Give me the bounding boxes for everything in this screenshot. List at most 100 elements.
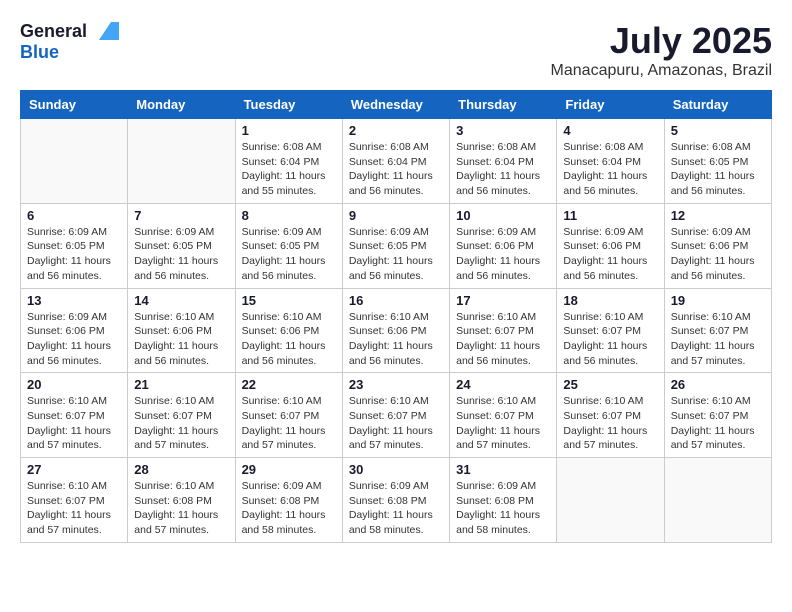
calendar-cell: 21Sunrise: 6:10 AM Sunset: 6:07 PM Dayli… <box>128 373 235 458</box>
title-section: July 2025 Manacapuru, Amazonas, Brazil <box>551 20 772 80</box>
calendar-cell <box>664 458 771 543</box>
calendar-cell <box>21 119 128 204</box>
day-info: Sunrise: 6:10 AM Sunset: 6:07 PM Dayligh… <box>671 394 765 453</box>
day-number: 11 <box>563 208 657 223</box>
calendar-cell: 9 Sunrise: 6:09 AM Sunset: 6:05 PM Daylig… <box>342 203 449 288</box>
calendar-cell: 24 Sunrise: 6:10 AM Sunset: 6:07 PM Dayli… <box>450 373 557 458</box>
calendar-week-row: 1 Sunrise: 6:08 AM Sunset: 6:04 PM Daylig… <box>21 119 772 204</box>
calendar-week-row: 6 Sunrise: 6:09 AM Sunset: 6:05 PM Daylig… <box>21 203 772 288</box>
day-number: 19 <box>671 293 765 308</box>
calendar-header-sunday: Sunday <box>21 91 128 119</box>
logo-blue-text: Blue <box>20 42 59 62</box>
calendar-cell: 7 Sunrise: 6:09 AM Sunset: 6:05 PM Daylig… <box>128 203 235 288</box>
day-number: 1 <box>242 123 336 138</box>
calendar-cell: 15 Sunrise: 6:10 AM Sunset: 6:06 PM Dayli… <box>235 288 342 373</box>
day-info: Sunrise: 6:10 AM Sunset: 6:07 PM Dayligh… <box>456 310 550 369</box>
day-info: Sunrise: 6:09 AM Sunset: 6:06 PM Dayligh… <box>671 225 765 284</box>
calendar-week-row: 20 Sunrise: 6:10 AM Sunset: 6:07 PM Dayli… <box>21 373 772 458</box>
day-number: 2 <box>349 123 443 138</box>
day-number: 17 <box>456 293 550 308</box>
day-info: Sunrise: 6:10 AM Sunset: 6:07 PM Dayligh… <box>563 310 657 369</box>
day-number: 8 <box>242 208 336 223</box>
calendar-cell: 8 Sunrise: 6:09 AM Sunset: 6:05 PM Daylig… <box>235 203 342 288</box>
calendar-cell: 19 Sunrise: 6:10 AM Sunset: 6:07 PM Dayli… <box>664 288 771 373</box>
day-number: 15 <box>242 293 336 308</box>
day-number: 21 <box>134 377 228 392</box>
day-number: 13 <box>27 293 121 308</box>
calendar-cell: 3Sunrise: 6:08 AM Sunset: 6:04 PM Daylig… <box>450 119 557 204</box>
day-info: Sunrise: 6:10 AM Sunset: 6:06 PM Dayligh… <box>134 310 228 369</box>
month-year-title: July 2025 <box>551 20 772 62</box>
day-info: Sunrise: 6:10 AM Sunset: 6:07 PM Dayligh… <box>671 310 765 369</box>
calendar-cell <box>128 119 235 204</box>
day-info: Sunrise: 6:10 AM Sunset: 6:08 PM Dayligh… <box>134 479 228 538</box>
day-number: 10 <box>456 208 550 223</box>
logo: General Blue <box>20 20 119 63</box>
day-info: Sunrise: 6:09 AM Sunset: 6:05 PM Dayligh… <box>27 225 121 284</box>
day-number: 12 <box>671 208 765 223</box>
page-header: General Blue July 2025 Manacapuru, Amazo… <box>20 20 772 80</box>
day-number: 26 <box>671 377 765 392</box>
day-info: Sunrise: 6:09 AM Sunset: 6:05 PM Dayligh… <box>349 225 443 284</box>
day-number: 28 <box>134 462 228 477</box>
calendar-cell: 16 Sunrise: 6:10 AM Sunset: 6:06 PM Dayli… <box>342 288 449 373</box>
day-number: 7 <box>134 208 228 223</box>
day-info: Sunrise: 6:10 AM Sunset: 6:06 PM Dayligh… <box>349 310 443 369</box>
calendar-header-wednesday: Wednesday <box>342 91 449 119</box>
day-info: Sunrise: 6:09 AM Sunset: 6:08 PM Dayligh… <box>242 479 336 538</box>
day-info: Sunrise: 6:09 AM Sunset: 6:05 PM Dayligh… <box>242 225 336 284</box>
calendar-cell: 26 Sunrise: 6:10 AM Sunset: 6:07 PM Dayli… <box>664 373 771 458</box>
calendar-table: SundayMondayTuesdayWednesdayThursdayFrid… <box>20 90 772 543</box>
day-number: 6 <box>27 208 121 223</box>
logo-icon <box>91 20 119 42</box>
calendar-week-row: 13 Sunrise: 6:09 AM Sunset: 6:06 PM Dayli… <box>21 288 772 373</box>
calendar-cell: 14 Sunrise: 6:10 AM Sunset: 6:06 PM Dayli… <box>128 288 235 373</box>
day-info: Sunrise: 6:09 AM Sunset: 6:08 PM Dayligh… <box>456 479 550 538</box>
day-number: 18 <box>563 293 657 308</box>
calendar-header-row: SundayMondayTuesdayWednesdayThursdayFrid… <box>21 91 772 119</box>
day-number: 4 <box>563 123 657 138</box>
calendar-cell: 23Sunrise: 6:10 AM Sunset: 6:07 PM Dayli… <box>342 373 449 458</box>
day-info: Sunrise: 6:10 AM Sunset: 6:07 PM Dayligh… <box>27 479 121 538</box>
day-number: 14 <box>134 293 228 308</box>
day-number: 5 <box>671 123 765 138</box>
calendar-cell: 6 Sunrise: 6:09 AM Sunset: 6:05 PM Daylig… <box>21 203 128 288</box>
calendar-header-friday: Friday <box>557 91 664 119</box>
calendar-cell: 22Sunrise: 6:10 AM Sunset: 6:07 PM Dayli… <box>235 373 342 458</box>
day-number: 22 <box>242 377 336 392</box>
calendar-cell: 17 Sunrise: 6:10 AM Sunset: 6:07 PM Dayli… <box>450 288 557 373</box>
day-number: 20 <box>27 377 121 392</box>
day-info: Sunrise: 6:10 AM Sunset: 6:07 PM Dayligh… <box>27 394 121 453</box>
day-info: Sunrise: 6:08 AM Sunset: 6:04 PM Dayligh… <box>349 140 443 199</box>
calendar-cell: 4 Sunrise: 6:08 AM Sunset: 6:04 PM Daylig… <box>557 119 664 204</box>
calendar-cell: 30Sunrise: 6:09 AM Sunset: 6:08 PM Dayli… <box>342 458 449 543</box>
calendar-header-saturday: Saturday <box>664 91 771 119</box>
logo-general-text: General <box>20 21 87 42</box>
calendar-cell: 27 Sunrise: 6:10 AM Sunset: 6:07 PM Dayli… <box>21 458 128 543</box>
calendar-header-thursday: Thursday <box>450 91 557 119</box>
day-info: Sunrise: 6:09 AM Sunset: 6:06 PM Dayligh… <box>456 225 550 284</box>
day-number: 16 <box>349 293 443 308</box>
day-number: 25 <box>563 377 657 392</box>
day-number: 24 <box>456 377 550 392</box>
calendar-cell: 12 Sunrise: 6:09 AM Sunset: 6:06 PM Dayli… <box>664 203 771 288</box>
day-number: 9 <box>349 208 443 223</box>
calendar-cell: 29 Sunrise: 6:09 AM Sunset: 6:08 PM Dayli… <box>235 458 342 543</box>
calendar-cell: 28 Sunrise: 6:10 AM Sunset: 6:08 PM Dayli… <box>128 458 235 543</box>
calendar-cell: 5Sunrise: 6:08 AM Sunset: 6:05 PM Daylig… <box>664 119 771 204</box>
calendar-cell: 1 Sunrise: 6:08 AM Sunset: 6:04 PM Daylig… <box>235 119 342 204</box>
location-subtitle: Manacapuru, Amazonas, Brazil <box>551 62 772 80</box>
day-number: 29 <box>242 462 336 477</box>
calendar-cell <box>557 458 664 543</box>
day-info: Sunrise: 6:09 AM Sunset: 6:06 PM Dayligh… <box>27 310 121 369</box>
day-info: Sunrise: 6:08 AM Sunset: 6:04 PM Dayligh… <box>242 140 336 199</box>
day-info: Sunrise: 6:08 AM Sunset: 6:04 PM Dayligh… <box>456 140 550 199</box>
day-info: Sunrise: 6:10 AM Sunset: 6:07 PM Dayligh… <box>456 394 550 453</box>
day-info: Sunrise: 6:10 AM Sunset: 6:06 PM Dayligh… <box>242 310 336 369</box>
day-info: Sunrise: 6:09 AM Sunset: 6:05 PM Dayligh… <box>134 225 228 284</box>
day-number: 27 <box>27 462 121 477</box>
calendar-cell: 31Sunrise: 6:09 AM Sunset: 6:08 PM Dayli… <box>450 458 557 543</box>
day-info: Sunrise: 6:10 AM Sunset: 6:07 PM Dayligh… <box>563 394 657 453</box>
day-info: Sunrise: 6:09 AM Sunset: 6:08 PM Dayligh… <box>349 479 443 538</box>
day-info: Sunrise: 6:08 AM Sunset: 6:04 PM Dayligh… <box>563 140 657 199</box>
